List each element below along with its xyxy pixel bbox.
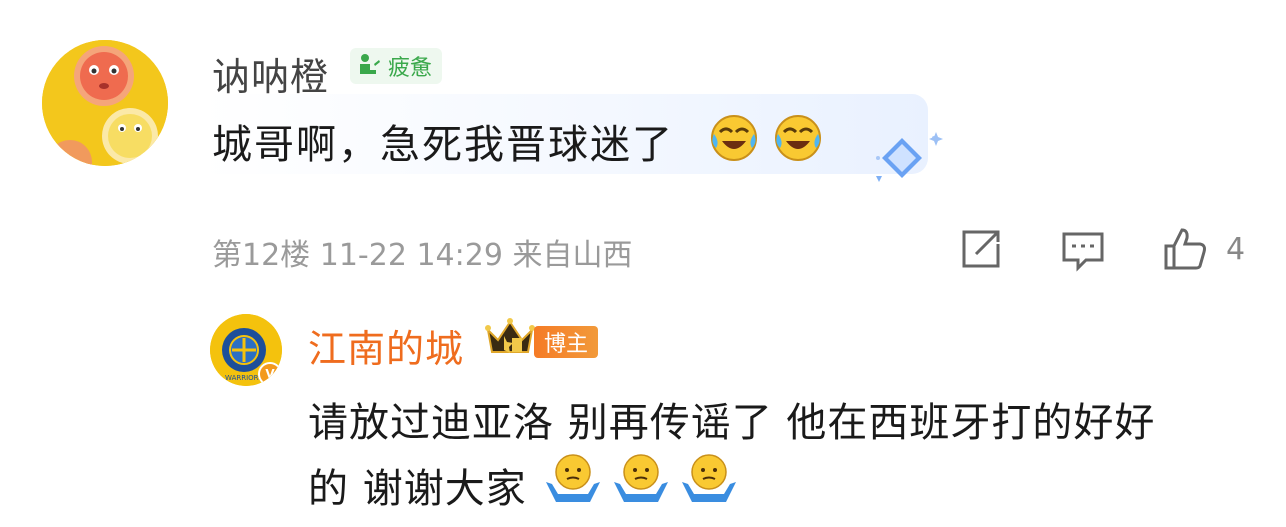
mood-badge: 疲惫 [350,48,443,84]
reply-text-line-1: 请放过迪亚洛 别再传谣了 他在西班牙打的好好 [308,400,1156,446]
thumbs-up-icon[interactable] [1162,226,1208,272]
svg-text:WARRIORS: WARRIORS [225,374,263,382]
reply-text-line-2: 的 谢谢大家 [308,466,527,512]
commenter-avatar[interactable] [42,40,168,166]
reply-author-username[interactable]: 江南的城 [308,318,464,373]
comment-time: 14:29 [416,238,503,273]
comment-icon[interactable] [1060,226,1106,272]
citrus-avatar-image [42,40,168,166]
comment-meta: 第12楼 11-22 14:29 来自山西 [212,230,632,274]
shrug-emoji-icon [682,454,736,502]
comment-text: 城哥啊，急死我晋球迷了 [212,122,674,168]
comment-date: 11-22 [319,238,407,273]
shrug-emoji-icon [546,454,600,502]
laughing-crying-emoji-icon [711,115,757,161]
crown-icon [485,318,535,353]
share-icon[interactable] [958,226,1004,272]
diamond-decoration-icon [876,132,943,182]
floor-number: 第12楼 [212,238,311,273]
shrug-emoji-icon [614,454,668,502]
reply-author-avatar[interactable]: WARRIORS V [210,314,282,386]
blogger-host-badge: 博主 [534,326,599,358]
tired-person-icon [360,54,380,74]
mood-label: 疲惫 [388,56,433,81]
laughing-crying-emoji-icon [775,115,821,161]
warriors-logo-avatar: WARRIORS V [210,314,282,386]
like-count: 4 [1226,232,1246,267]
svg-text:V: V [265,367,275,381]
comment-location: 来自山西 [512,238,633,273]
commenter-username[interactable]: 讷呐橙 [212,46,329,101]
